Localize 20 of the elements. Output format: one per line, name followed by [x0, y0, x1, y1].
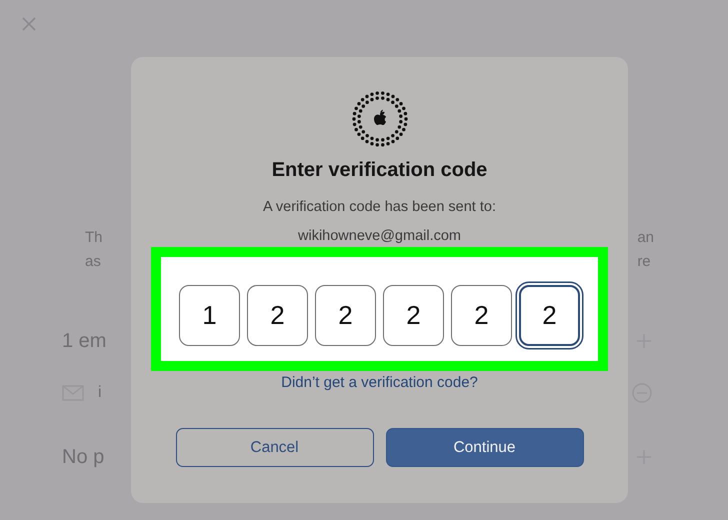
paragraph-text: re	[637, 252, 652, 272]
row-label: 1 em	[62, 330, 106, 352]
code-digit-field[interactable]: 1	[179, 284, 240, 346]
code-digit-field[interactable]: 2	[247, 284, 308, 346]
continue-button[interactable]: Continue	[386, 428, 584, 467]
dialog-title: Enter verification code	[272, 159, 488, 182]
code-digit-field[interactable]: 2	[383, 284, 444, 346]
code-digit-field[interactable]: 2	[451, 284, 512, 346]
apple-icon	[350, 89, 410, 149]
row-label: No p	[62, 446, 104, 468]
cancel-button[interactable]: Cancel	[176, 428, 374, 467]
email-address: wikihowneve@gmail.com	[298, 228, 461, 245]
code-digit-field[interactable]: 2	[315, 284, 376, 346]
resend-code-link[interactable]: Didn’t get a verification code?	[281, 374, 478, 391]
paragraph-text: an	[637, 228, 654, 248]
message-text: A verification code has been sent to:	[263, 199, 496, 215]
paragraph-text: as	[85, 252, 102, 272]
row-label: i	[97, 384, 103, 402]
paragraph-text: Th	[85, 228, 103, 248]
close-icon[interactable]	[22, 17, 36, 31]
